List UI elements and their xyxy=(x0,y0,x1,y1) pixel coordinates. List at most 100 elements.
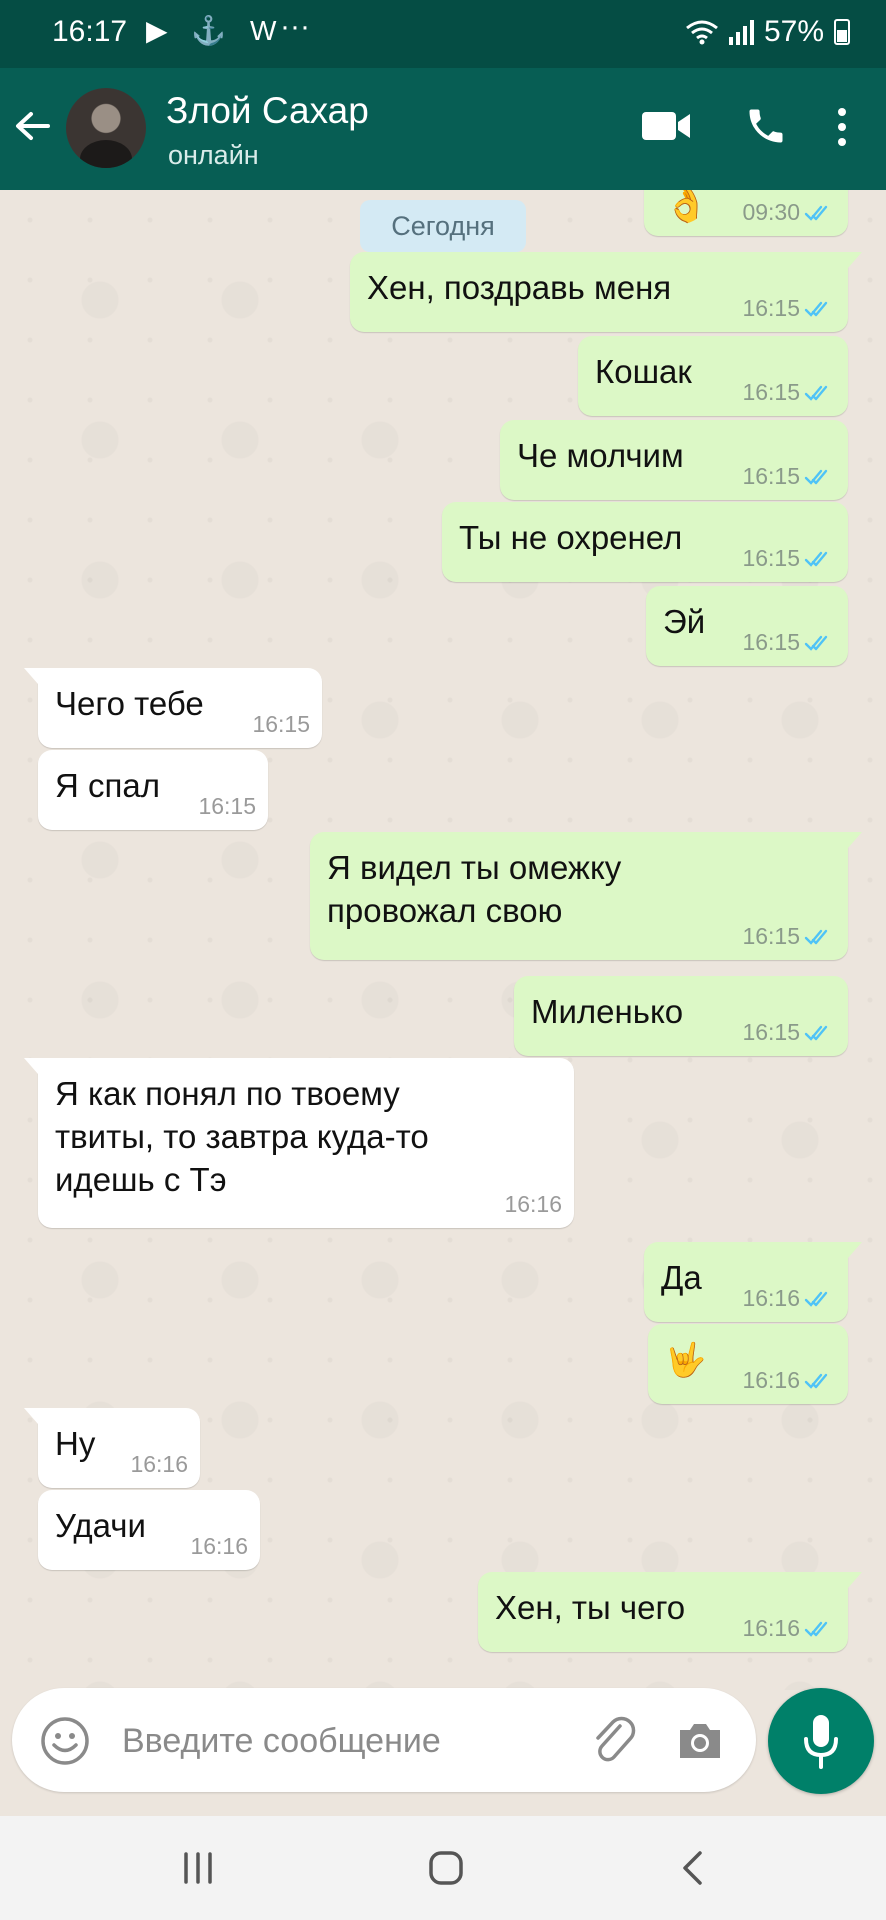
message-time: 16:15 xyxy=(742,463,800,489)
system-navigation-bar xyxy=(0,1816,886,1920)
read-ticks-icon xyxy=(804,1373,828,1389)
read-ticks-icon xyxy=(804,1291,828,1307)
message-meta: 16:15 xyxy=(742,295,836,322)
message-time: 16:15 xyxy=(742,379,800,405)
read-ticks-icon xyxy=(804,1025,828,1041)
message-meta: 16:16 xyxy=(742,1367,836,1394)
message-time: 16:15 xyxy=(198,793,256,819)
message-bubble-outgoing[interactable]: 🤟 16:16 xyxy=(648,1324,848,1404)
message-text: Удачи xyxy=(55,1507,146,1544)
message-meta: 16:16 xyxy=(742,1615,836,1642)
attach-icon[interactable] xyxy=(590,1716,638,1766)
more-options-icon[interactable] xyxy=(830,104,854,150)
read-ticks-icon xyxy=(804,929,828,945)
message-time: 16:15 xyxy=(742,295,800,321)
read-ticks-icon xyxy=(804,635,828,651)
message-time: 16:15 xyxy=(742,545,800,571)
message-bubble-incoming[interactable]: Удачи 16:16 xyxy=(38,1490,260,1570)
status-time: 16:17 xyxy=(52,15,128,48)
message-text: Чего тебе xyxy=(55,685,204,722)
message-text: Эй xyxy=(663,603,706,640)
message-text: Че молчим xyxy=(517,437,684,474)
message-text: 🤟 xyxy=(665,1341,707,1378)
back-arrow-icon[interactable] xyxy=(12,106,52,146)
message-bubble-outgoing[interactable]: Миленько 16:15 xyxy=(514,976,848,1056)
message-bubble-incoming[interactable]: Ну 16:16 xyxy=(24,1408,200,1488)
read-ticks-icon xyxy=(804,1621,828,1637)
message-bubble-outgoing[interactable]: Хен, поздравь меня 16:15 xyxy=(350,252,862,332)
message-meta: 16:15 xyxy=(742,629,836,656)
message-meta: 16:16 xyxy=(190,1533,248,1560)
message-meta: 16:16 xyxy=(742,1285,836,1312)
message-bubble-outgoing[interactable]: Да 16:16 xyxy=(644,1242,862,1322)
message-time: 16:15 xyxy=(742,1019,800,1045)
read-ticks-icon xyxy=(804,551,828,567)
message-bubble-outgoing[interactable]: Че молчим 16:15 xyxy=(500,420,848,500)
message-bubble-outgoing[interactable]: 👌 09:30 xyxy=(644,190,848,236)
message-time: 16:15 xyxy=(742,629,800,655)
message-text: Да xyxy=(661,1259,702,1296)
message-bubble-incoming[interactable]: Я спал 16:15 xyxy=(38,750,268,830)
read-ticks-icon xyxy=(804,205,828,221)
date-separator: Сегодня xyxy=(360,200,526,252)
message-meta: 16:15 xyxy=(198,793,256,820)
message-meta: 16:15 xyxy=(742,1019,836,1046)
message-time: 16:16 xyxy=(742,1615,800,1641)
message-input[interactable] xyxy=(120,1714,574,1768)
message-text: Ну xyxy=(55,1425,96,1462)
message-text: Я видел ты омежку провожал свою xyxy=(327,849,622,929)
message-meta: 16:15 xyxy=(742,545,836,572)
message-meta: 16:16 xyxy=(130,1451,188,1478)
message-composer xyxy=(12,1688,756,1792)
video-call-icon[interactable] xyxy=(640,108,692,144)
read-ticks-icon xyxy=(804,469,828,485)
message-meta: 16:15 xyxy=(742,463,836,490)
message-meta: 16:15 xyxy=(252,711,310,738)
ok-hand-emoji: 👌 xyxy=(664,190,709,224)
chat-header: Злой Сахар онлайн xyxy=(0,68,886,190)
notification-icons: ▶ ⚓ W xyxy=(146,15,285,46)
voice-message-button[interactable] xyxy=(768,1688,874,1794)
message-text: Ты не охренел xyxy=(459,519,683,556)
contact-status: онлайн xyxy=(168,140,259,170)
message-bubble-outgoing[interactable]: Хен, ты чего 16:16 xyxy=(478,1572,862,1652)
signal-icon xyxy=(728,19,754,45)
contact-name[interactable]: Злой Сахар xyxy=(166,90,369,132)
message-bubble-outgoing[interactable]: Эй 16:15 xyxy=(646,586,848,666)
emoji-icon[interactable] xyxy=(40,1716,90,1766)
read-ticks-icon xyxy=(804,301,828,317)
message-bubble-incoming[interactable]: Я как понял по твоему твиты, то завтра к… xyxy=(24,1058,574,1228)
message-bubble-outgoing[interactable]: Кошак 16:15 xyxy=(578,336,848,416)
battery-percent: 57% xyxy=(763,15,824,48)
microphone-icon xyxy=(804,1715,838,1769)
message-meta: 09:30 xyxy=(742,199,836,226)
message-text: Кошак xyxy=(595,353,692,390)
read-ticks-icon xyxy=(804,385,828,401)
message-bubble-incoming[interactable]: Чего тебе 16:15 xyxy=(24,668,322,748)
message-meta: 16:15 xyxy=(742,923,836,950)
message-text: Хен, поздравь меня xyxy=(367,269,672,306)
nav-back-icon[interactable] xyxy=(680,1850,704,1886)
message-time: 16:16 xyxy=(742,1285,800,1311)
chat-area[interactable]: 👌 09:30 Сегодня Хен, поздравь меня 16:15 К… xyxy=(0,190,886,1690)
avatar[interactable] xyxy=(66,88,146,168)
message-time: 16:15 xyxy=(742,923,800,949)
battery-icon xyxy=(834,19,850,45)
message-meta: 16:15 xyxy=(742,379,836,406)
recent-apps-icon[interactable] xyxy=(180,1852,216,1884)
camera-icon[interactable] xyxy=(676,1718,724,1762)
message-text: Я как понял по твоему твиты, то завтра к… xyxy=(55,1075,429,1198)
message-time: 16:16 xyxy=(504,1191,562,1217)
message-text: Миленько xyxy=(531,993,684,1030)
home-icon[interactable] xyxy=(428,1850,464,1886)
message-text: Я спал xyxy=(55,767,160,804)
message-time: 16:16 xyxy=(190,1533,248,1559)
wifi-icon xyxy=(686,20,718,45)
message-bubble-outgoing[interactable]: Я видел ты омежку провожал свою 16:15 xyxy=(310,832,862,960)
message-time: 16:16 xyxy=(742,1367,800,1393)
message-time: 09:30 xyxy=(742,199,800,225)
phone-call-icon[interactable] xyxy=(744,104,788,148)
message-text: Хен, ты чего xyxy=(495,1589,686,1626)
message-bubble-outgoing[interactable]: Ты не охренел 16:15 xyxy=(442,502,848,582)
message-time: 16:16 xyxy=(130,1451,188,1477)
